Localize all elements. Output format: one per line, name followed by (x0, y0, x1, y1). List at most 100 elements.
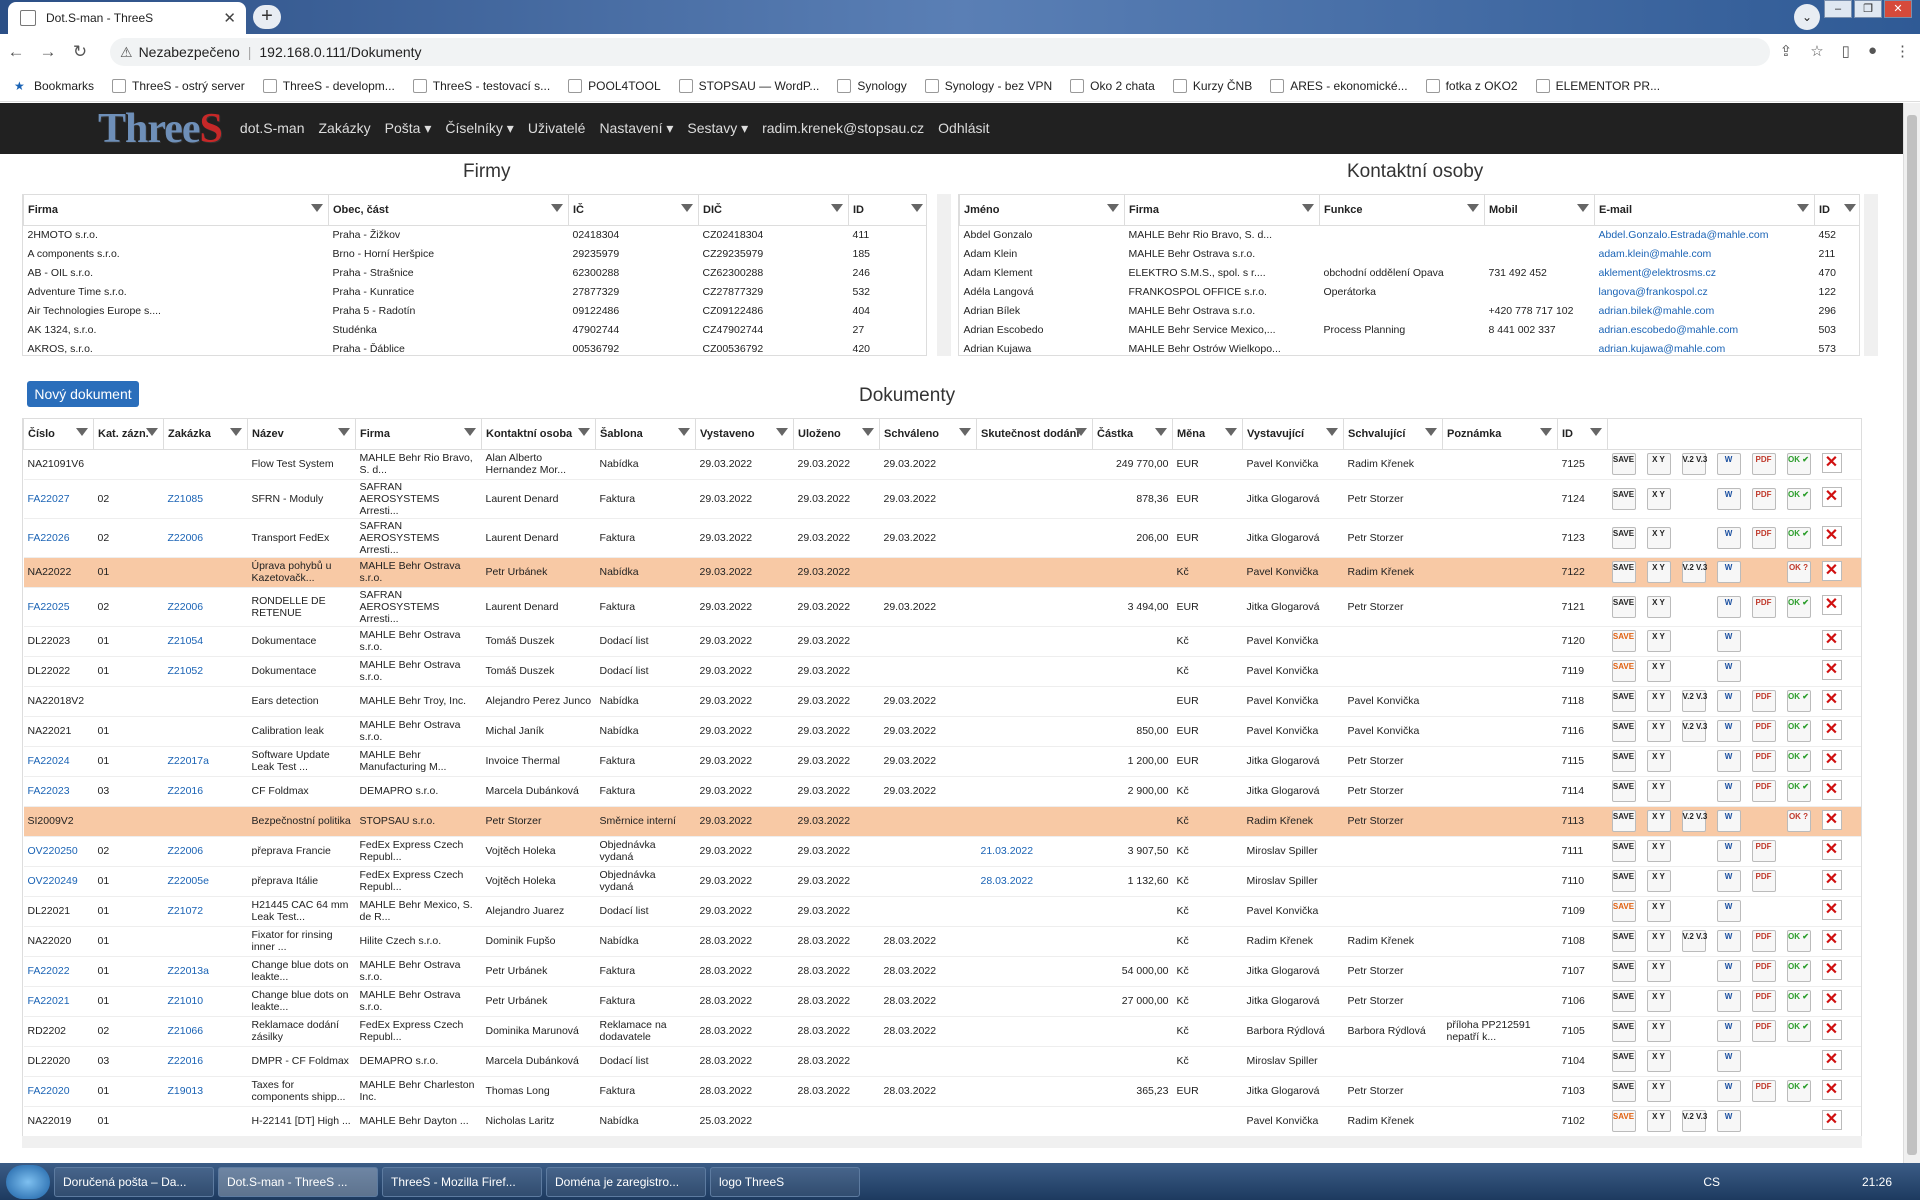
save-button[interactable]: SAVE (1611, 990, 1636, 1013)
word-export-button[interactable]: W (1716, 526, 1741, 549)
version-button[interactable]: V.2 V.3 (1681, 453, 1707, 476)
delete-button[interactable]: ✕ (1821, 595, 1842, 616)
cell-link[interactable]: Z22013a (163, 956, 248, 987)
word-export-button[interactable]: W (1716, 1080, 1741, 1103)
filter-icon[interactable] (862, 427, 874, 436)
filter-icon[interactable] (959, 427, 971, 436)
column-header[interactable]: DIČ (698, 195, 849, 226)
version-button[interactable]: V.2 V.3 (1681, 561, 1707, 584)
word-export-button[interactable]: W (1716, 990, 1741, 1013)
delete-button[interactable]: ✕ (1821, 809, 1842, 830)
approve-pending-button[interactable]: OK ? (1786, 561, 1811, 584)
pdf-export-button[interactable]: PDF (1751, 487, 1776, 510)
xy-button[interactable]: X Y (1646, 930, 1671, 953)
column-header[interactable]: Schvalující (1343, 419, 1443, 450)
nav-item[interactable]: dot.S-man (240, 120, 305, 137)
email-link[interactable]: Abdel.Gonzalo.Estrada@mahle.com (1595, 225, 1815, 244)
delete-button[interactable]: ✕ (1821, 560, 1842, 581)
document-row[interactable]: RD2202 02 Z21066 Reklamace dodání zásilky Fe… (23, 1016, 1861, 1047)
word-export-button[interactable]: W (1716, 900, 1741, 923)
word-export-button[interactable]: W (1716, 960, 1741, 983)
delete-button[interactable]: ✕ (1821, 526, 1842, 547)
start-button[interactable] (6, 1164, 50, 1199)
forward-icon[interactable]: → (32, 42, 64, 62)
column-header[interactable]: Jméno (959, 195, 1125, 226)
filter-icon[interactable] (338, 427, 350, 436)
delete-button[interactable]: ✕ (1821, 959, 1842, 980)
browser-tab[interactable]: Dot.S-man - ThreeS ✕ (8, 2, 246, 34)
document-row[interactable]: DL22023 01 Z21054 Dokumentace MAHLE Behr Ost… (23, 626, 1861, 657)
approve-ok-button[interactable]: OK ✔ (1786, 1020, 1811, 1043)
cell-link[interactable]: Z21054 (163, 626, 248, 657)
bookmark-item[interactable]: Kurzy ČNB (1172, 78, 1252, 93)
document-row[interactable]: NA22022 01 Úprava pohybů u Kazetovačk... MA… (23, 557, 1861, 588)
pdf-export-button[interactable]: PDF (1751, 870, 1776, 893)
filter-icon[interactable] (1225, 427, 1237, 436)
pdf-export-button[interactable]: PDF (1751, 930, 1776, 953)
document-row[interactable]: NA22018V2 Ears detection MAHLE Behr Troy, … (23, 686, 1861, 717)
column-header[interactable]: Uloženo (793, 419, 880, 450)
table-row[interactable]: Adam Klein MAHLE Behr Ostrava s.r.o. adam.… (960, 244, 1860, 263)
save-button[interactable]: SAVE (1611, 690, 1636, 713)
word-export-button[interactable]: W (1716, 1050, 1741, 1073)
column-header[interactable]: Vystavující (1242, 419, 1344, 450)
clock[interactable]: 21:26 (1862, 1175, 1892, 1189)
word-export-button[interactable]: W (1716, 810, 1741, 833)
save-button[interactable]: SAVE (1611, 960, 1636, 983)
word-export-button[interactable]: W (1716, 870, 1741, 893)
xy-button[interactable]: X Y (1646, 660, 1671, 683)
delete-button[interactable]: ✕ (1821, 1079, 1842, 1100)
email-link[interactable]: adrian.kujawa@mahle.com (1595, 339, 1815, 355)
xy-button[interactable]: X Y (1646, 900, 1671, 923)
version-button[interactable]: V.2 V.3 (1681, 690, 1707, 713)
save-button[interactable]: SAVE (1611, 1050, 1636, 1073)
xy-button[interactable]: X Y (1646, 870, 1671, 893)
delete-button[interactable]: ✕ (1821, 899, 1842, 920)
xy-button[interactable]: X Y (1646, 561, 1671, 584)
filter-icon[interactable] (1467, 203, 1479, 212)
delete-button[interactable]: ✕ (1821, 487, 1842, 508)
xy-button[interactable]: X Y (1646, 690, 1671, 713)
cell-link[interactable]: Z21010 (163, 986, 248, 1017)
word-export-button[interactable]: W (1716, 487, 1741, 510)
document-row[interactable]: FA22020 01 Z19013 Taxes for components ship… (23, 1076, 1861, 1107)
save-button[interactable]: SAVE (1611, 750, 1636, 773)
save-button[interactable]: SAVE (1611, 1080, 1636, 1103)
xy-button[interactable]: X Y (1646, 840, 1671, 863)
xy-button[interactable]: X Y (1646, 1050, 1671, 1073)
cell-link[interactable]: Z22016 (163, 776, 248, 807)
pdf-export-button[interactable]: PDF (1751, 780, 1776, 803)
pdf-export-button[interactable]: PDF (1751, 750, 1776, 773)
approve-ok-button[interactable]: OK ✔ (1786, 750, 1811, 773)
nav-item[interactable]: Číselníky ▾ (445, 120, 514, 137)
xy-button[interactable]: X Y (1646, 990, 1671, 1013)
xy-button[interactable]: X Y (1646, 595, 1671, 618)
sidepanel-icon[interactable]: ▯ (1842, 42, 1850, 60)
filter-icon[interactable] (1107, 203, 1119, 212)
document-row[interactable]: FA22022 01 Z22013a Change blue dots on leak… (23, 956, 1861, 987)
approve-ok-button[interactable]: OK ✔ (1786, 720, 1811, 743)
document-row[interactable]: DL22020 03 Z22016 DMPR - CF Foldmax DEMAPRO … (23, 1046, 1861, 1077)
filter-icon[interactable] (1302, 203, 1314, 212)
bookmark-item[interactable]: POOL4TOOL (568, 78, 661, 93)
version-button[interactable]: V.2 V.3 (1681, 810, 1707, 833)
column-header[interactable]: Kontaktní osoba (481, 419, 596, 450)
firmy-scrollbar[interactable] (937, 194, 951, 356)
filter-icon[interactable] (551, 203, 563, 212)
new-tab-button[interactable]: + (253, 5, 281, 29)
cell-link[interactable]: FA22025 (23, 587, 94, 627)
save-button[interactable]: SAVE (1611, 720, 1636, 743)
save-button[interactable]: SAVE (1611, 526, 1636, 549)
table-row[interactable]: Adam Klement ELEKTRO S.M.S., spol. s r...… (960, 263, 1860, 282)
delete-button[interactable]: ✕ (1821, 629, 1842, 650)
save-button[interactable]: SAVE (1611, 840, 1636, 863)
approve-ok-button[interactable]: OK ✔ (1786, 930, 1811, 953)
word-export-button[interactable]: W (1716, 750, 1741, 773)
table-row[interactable]: 2HMOTO s.r.o. Praha - Žižkov 02418304 CZ024… (24, 225, 927, 244)
approve-ok-button[interactable]: OK ✔ (1786, 690, 1811, 713)
save-button[interactable]: SAVE (1611, 1110, 1636, 1133)
cell-link[interactable]: Z21072 (163, 896, 248, 927)
save-button[interactable]: SAVE (1611, 1020, 1636, 1043)
column-header[interactable]: Měna (1172, 419, 1243, 450)
table-row[interactable]: Adéla Langová FRANKOSPOL OFFICE s.r.o. Ope… (960, 282, 1860, 301)
